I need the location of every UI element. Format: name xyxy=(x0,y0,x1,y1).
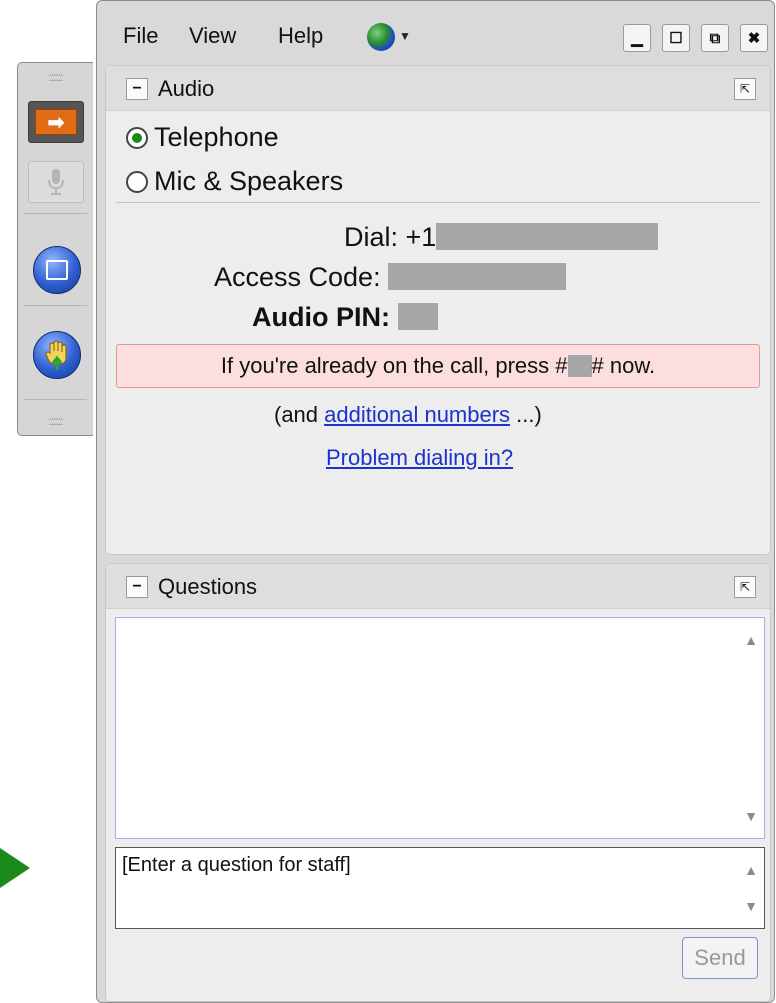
toolbar-divider xyxy=(24,213,87,214)
stop-sharing-icon xyxy=(46,260,68,280)
microphone-icon xyxy=(48,169,64,195)
problem-dialing-link[interactable]: Problem dialing in? xyxy=(326,445,513,470)
menu-help[interactable]: Help xyxy=(278,23,323,49)
microphone-button[interactable] xyxy=(28,161,84,203)
scroll-down-icon[interactable]: ▼ xyxy=(744,898,758,914)
dial-line: Dial: +1 xyxy=(344,222,659,253)
redacted-pin-in-notice xyxy=(567,355,592,377)
close-button[interactable]: ✖ xyxy=(740,24,768,52)
minimize-button[interactable]: ▁ xyxy=(623,24,651,52)
question-input[interactable]: [Enter a question for staff] ▲ ▼ xyxy=(115,847,765,929)
send-button[interactable]: Send xyxy=(682,937,758,979)
redacted-access-code xyxy=(388,263,567,290)
mic-speakers-label: Mic & Speakers xyxy=(154,166,344,196)
share-screen-button[interactable]: ➡ xyxy=(28,101,84,143)
additional-numbers-link[interactable]: additional numbers xyxy=(324,402,510,427)
chevron-down-icon[interactable]: ▼ xyxy=(399,29,411,43)
toolbar-grip-top[interactable]: :::::: xyxy=(18,63,93,91)
toolbar-divider xyxy=(24,305,87,306)
stop-sharing-button[interactable] xyxy=(33,246,81,294)
menu-bar: File View Help ▼ ▁ ☐ ⧉ ✖ xyxy=(97,1,774,63)
audio-panel-title: Audio xyxy=(158,76,215,101)
additional-suffix: ...) xyxy=(510,402,542,427)
questions-panel-title: Questions xyxy=(158,574,258,599)
dial-prefix: +1 xyxy=(405,222,437,252)
questions-panel-header: − Questions ⇱ xyxy=(106,564,770,609)
questions-list[interactable]: ▲ ▼ xyxy=(115,617,765,839)
already-on-call-notice: If you're already on the call, press # # … xyxy=(116,344,760,388)
additional-numbers-line: (and additional numbers ...) xyxy=(274,402,542,428)
toolbar-grip-bottom[interactable]: :::::: xyxy=(18,407,93,435)
telephone-option[interactable]: Telephone xyxy=(126,122,279,153)
menu-view[interactable]: View xyxy=(189,23,236,49)
additional-prefix: (and xyxy=(274,402,325,427)
audio-panel-header: − Audio ⇱ xyxy=(106,66,770,111)
problem-dialing-line: Problem dialing in? xyxy=(326,445,513,471)
language-globe-icon[interactable] xyxy=(367,23,395,51)
maximize-button[interactable]: ☐ xyxy=(662,24,690,52)
pointer-arrow-icon xyxy=(0,848,30,888)
menu-file[interactable]: File xyxy=(123,23,158,49)
redacted-phone-number xyxy=(436,223,659,250)
telephone-label: Telephone xyxy=(154,122,279,152)
audio-panel: − Audio ⇱ Telephone Mic & Speakers Dial:… xyxy=(105,65,771,555)
share-arrow-icon: ➡ xyxy=(35,109,77,135)
raise-hand-icon xyxy=(45,340,67,370)
access-code-label: Access Code: xyxy=(214,262,381,292)
audio-pin-line: Audio PIN: xyxy=(252,302,438,333)
dial-label: Dial: xyxy=(344,222,399,252)
main-window: File View Help ▼ ▁ ☐ ⧉ ✖ − Audio ⇱ Telep… xyxy=(96,0,775,1003)
toolbar-divider xyxy=(24,399,87,400)
side-toolbar: :::::: ➡ :::::: xyxy=(17,62,93,436)
collapse-icon[interactable]: − xyxy=(126,78,148,100)
notice-text-start: If you're already on the call, press # xyxy=(220,353,568,378)
popout-button[interactable]: ⧉ xyxy=(701,24,729,52)
popout-icon[interactable]: ⇱ xyxy=(734,78,756,100)
popout-icon[interactable]: ⇱ xyxy=(734,576,756,598)
scroll-up-icon[interactable]: ▲ xyxy=(744,862,758,878)
access-code-line: Access Code: xyxy=(214,262,567,293)
scroll-down-icon[interactable]: ▼ xyxy=(744,808,758,824)
telephone-radio[interactable] xyxy=(126,126,148,149)
raise-hand-button[interactable] xyxy=(33,331,81,379)
scroll-up-icon[interactable]: ▲ xyxy=(744,632,758,648)
notice-text-end: # now. xyxy=(591,353,656,378)
mic-speakers-radio[interactable] xyxy=(126,170,148,193)
collapse-icon[interactable]: − xyxy=(126,576,148,598)
redacted-audio-pin xyxy=(397,303,438,330)
question-input-text[interactable]: [Enter a question for staff] xyxy=(122,854,351,877)
questions-panel: − Questions ⇱ ▲ ▼ [Enter a question for … xyxy=(105,563,771,1002)
audio-pin-label: Audio PIN: xyxy=(252,302,390,332)
mic-speakers-option[interactable]: Mic & Speakers xyxy=(126,166,343,197)
divider xyxy=(116,202,760,203)
